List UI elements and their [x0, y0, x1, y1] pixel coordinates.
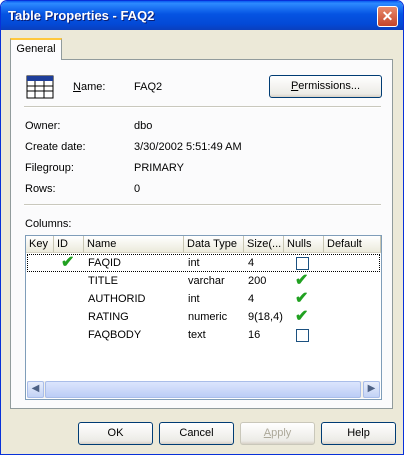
column-header-nulls[interactable]: Nulls [284, 236, 324, 253]
row-type: numeric [188, 311, 228, 323]
separator [24, 106, 381, 108]
filegroup-value: PRIMARY [134, 162, 184, 174]
selected-row-focus [27, 254, 380, 272]
column-header-name[interactable]: Name [84, 236, 184, 253]
nulls-checked-icon[interactable]: ✔ [295, 273, 308, 289]
column-header-data-type[interactable]: Data Type [184, 236, 244, 253]
id-checked-icon[interactable]: ✔ [61, 255, 74, 271]
columns-grid[interactable]: Key ID Name Data Type Size(... Nulls Def… [25, 235, 382, 400]
scroll-left-icon[interactable]: ◀ [27, 381, 44, 398]
horizontal-scrollbar[interactable]: ◀ ▶ [27, 381, 380, 398]
nulls-checked-icon[interactable]: ✔ [295, 291, 308, 307]
row-name: FAQID [88, 257, 122, 269]
row-name: AUTHORID [88, 293, 146, 305]
table-properties-dialog: Table Properties - FAQ2 ✕ General Name: … [0, 0, 404, 455]
scroll-right-icon[interactable]: ▶ [363, 381, 380, 398]
row-type: int [188, 293, 200, 305]
owner-label: Owner: [25, 120, 61, 132]
row-size: 4 [248, 293, 255, 305]
filegroup-label: Filegroup: [25, 162, 74, 174]
create-date-value: 3/30/2002 5:51:49 AM [134, 141, 242, 153]
help-button[interactable]: Help [321, 422, 396, 445]
owner-value: dbo [134, 120, 153, 132]
columns-label: Columns: [25, 218, 72, 230]
row-type: text [188, 329, 206, 341]
apply-button[interactable]: Apply [240, 422, 315, 445]
row-type: varchar [188, 275, 225, 287]
window-title: Table Properties - FAQ2 [8, 8, 155, 23]
nulls-checkbox[interactable] [296, 257, 309, 270]
row-name: TITLE [88, 275, 118, 287]
row-size: 4 [248, 257, 255, 269]
row-name: FAQBODY [88, 329, 142, 341]
tab-general[interactable]: General [10, 38, 62, 60]
close-icon[interactable]: ✕ [377, 6, 398, 27]
row-size: 200 [248, 275, 267, 287]
nulls-checked-icon[interactable]: ✔ [295, 309, 308, 325]
row-size: 9(18,4) [248, 311, 283, 323]
permissions-button[interactable]: Permissions... [269, 75, 382, 98]
separator [24, 204, 381, 206]
column-header-id[interactable]: ID [54, 236, 84, 253]
column-header-size[interactable]: Size(... [244, 236, 284, 253]
rows-value: 0 [134, 183, 141, 195]
row-name: RATING [88, 311, 129, 323]
column-header-default[interactable]: Default [324, 236, 381, 253]
scrollbar-thumb[interactable] [45, 381, 361, 398]
title-bar[interactable]: Table Properties - FAQ2 ✕ [1, 1, 403, 30]
row-size: 16 [248, 329, 261, 341]
name-value: FAQ2 [134, 81, 163, 93]
name-label: Name: [73, 81, 106, 93]
rows-label: Rows: [25, 183, 56, 195]
cancel-button[interactable]: Cancel [159, 422, 234, 445]
ok-button[interactable]: OK [78, 422, 153, 445]
row-type: int [188, 257, 200, 269]
create-date-label: Create date: [25, 141, 86, 153]
table-icon [26, 75, 54, 99]
column-header-key[interactable]: Key [26, 236, 54, 253]
nulls-checkbox[interactable] [296, 329, 309, 342]
